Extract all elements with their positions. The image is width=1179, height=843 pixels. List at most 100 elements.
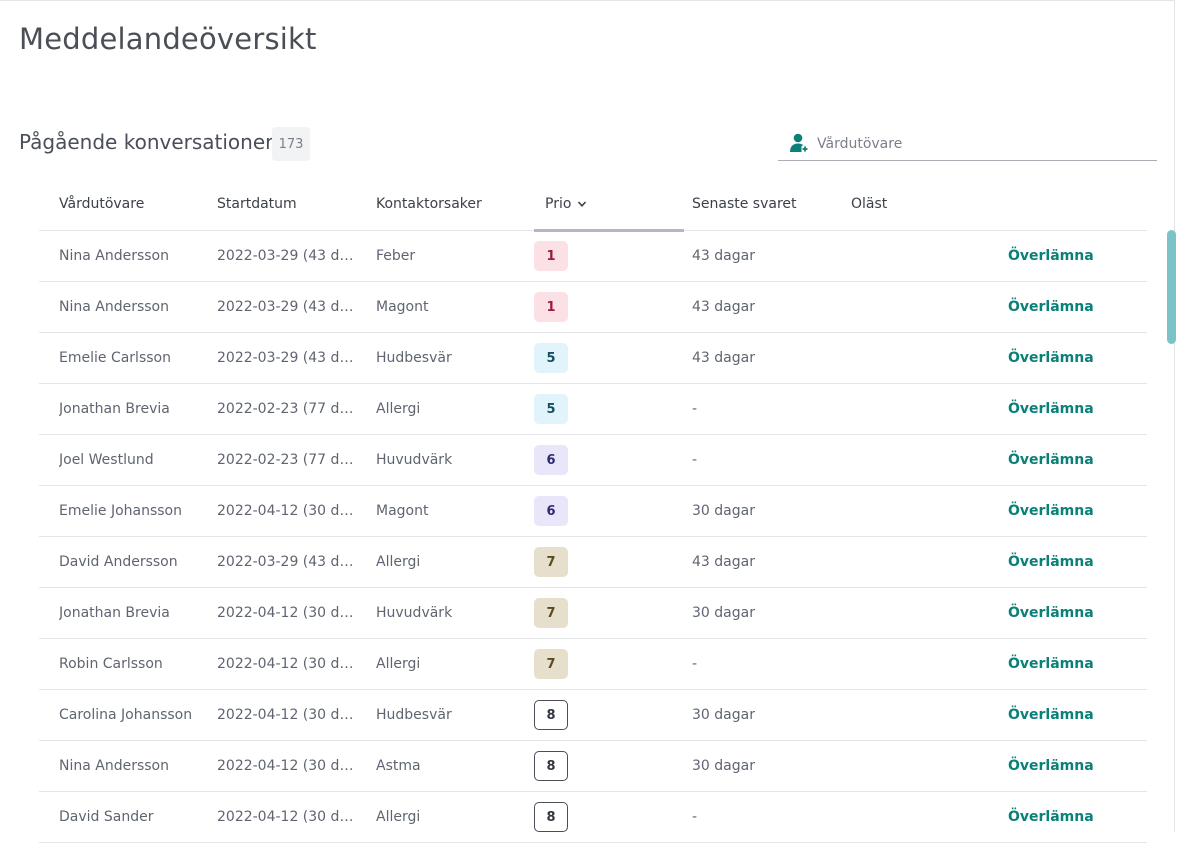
cell-last-reply: 43 dagar — [692, 554, 755, 570]
cell-contact-reason: Magont — [376, 299, 429, 315]
cell-start-date: 2022-03-29 (43 dagar sedan) — [217, 248, 355, 264]
handover-link[interactable]: Överlämna — [1008, 639, 1118, 689]
cell-prio: 1 — [534, 231, 594, 281]
cell-prio: 8 — [534, 792, 594, 842]
provider-filter[interactable] — [778, 131, 1157, 161]
cell-contact-reason: Huvudvärk — [376, 452, 453, 468]
section-title: Pågående konversationer — [19, 130, 274, 154]
cell-contact-reason: Allergi — [376, 554, 421, 570]
cell-last-reply: 43 dagar — [692, 299, 755, 315]
cell-start-date: 2022-04-12 (30 dagar sedan) — [217, 707, 355, 723]
cell-provider: David Andersson — [59, 554, 178, 570]
scrollbar-thumb[interactable] — [1167, 230, 1176, 344]
handover-link[interactable]: Överlämna — [1008, 741, 1118, 791]
handover-link[interactable]: Överlämna — [1008, 231, 1118, 281]
table-row[interactable]: Jonathan Brevia 2022-02-23 (77 dagar seda… — [39, 384, 1147, 435]
prio-badge: 1 — [534, 241, 568, 271]
table-row[interactable]: David Sander 2022-04-12 (30 dagar sedan) A… — [39, 792, 1147, 843]
table-row[interactable]: David Andersson 2022-03-29 (43 dagar seda… — [39, 537, 1147, 588]
cell-provider: Emelie Carlsson — [59, 350, 171, 366]
handover-link[interactable]: Överlämna — [1008, 690, 1118, 740]
column-header-start-date[interactable]: Startdatum — [217, 196, 297, 212]
handover-link[interactable]: Överlämna — [1008, 333, 1118, 383]
provider-filter-input[interactable] — [817, 131, 1137, 157]
cell-provider: Jonathan Brevia — [59, 401, 170, 417]
column-header-provider[interactable]: Vårdutövare — [59, 196, 144, 212]
cell-unread — [851, 435, 931, 485]
cell-unread — [851, 741, 931, 791]
cell-prio: 8 — [534, 690, 594, 740]
table-row[interactable]: Emelie Johansson 2022-04-12 (30 dagar sed… — [39, 486, 1147, 537]
cell-last-reply: 30 dagar — [692, 758, 755, 774]
page-title: Meddelandeöversikt — [19, 22, 317, 56]
cell-contact-reason: Hudbesvär — [376, 350, 452, 366]
cell-unread — [851, 792, 931, 842]
cell-prio: 5 — [534, 384, 594, 434]
cell-prio: 6 — [534, 435, 594, 485]
cell-contact-reason: Hudbesvär — [376, 707, 452, 723]
cell-last-reply: - — [692, 809, 698, 825]
cell-last-reply: 43 dagar — [692, 350, 755, 366]
cell-unread — [851, 588, 931, 638]
handover-link[interactable]: Överlämna — [1008, 384, 1118, 434]
cell-contact-reason: Allergi — [376, 656, 421, 672]
table-row[interactable]: Emelie Carlsson 2022-03-29 (43 dagar seda… — [39, 333, 1147, 384]
prio-badge: 7 — [534, 598, 568, 628]
cell-prio: 7 — [534, 639, 594, 689]
cell-last-reply: - — [692, 656, 698, 672]
table-row[interactable]: Carolina Johansson 2022-04-12 (30 dagar s… — [39, 690, 1147, 741]
prio-badge: 8 — [534, 751, 568, 781]
cell-contact-reason: Allergi — [376, 809, 421, 825]
prio-badge: 7 — [534, 649, 568, 679]
column-header-last-reply[interactable]: Senaste svaret — [692, 196, 797, 212]
cell-provider: Joel Westlund — [59, 452, 154, 468]
handover-link[interactable]: Överlämna — [1008, 486, 1118, 536]
handover-link[interactable]: Överlämna — [1008, 792, 1118, 842]
cell-last-reply: 30 dagar — [692, 707, 755, 723]
table-row[interactable]: Nina Andersson 2022-03-29 (43 dagar sedan… — [39, 282, 1147, 333]
cell-contact-reason: Magont — [376, 503, 429, 519]
cell-start-date: 2022-04-12 (30 dagar sedan) — [217, 605, 355, 621]
cell-provider: Robin Carlsson — [59, 656, 163, 672]
cell-unread — [851, 333, 931, 383]
table-row[interactable]: Robin Carlsson 2022-04-12 (30 dagar sedan… — [39, 639, 1147, 690]
prio-badge: 5 — [534, 343, 568, 373]
user-plus-icon — [788, 132, 810, 154]
column-header-unread[interactable]: Oläst — [851, 196, 887, 212]
cell-start-date: 2022-02-23 (77 dagar sedan) — [217, 452, 355, 468]
table-header: Vårdutövare Startdatum Kontaktorsaker Pr… — [39, 185, 1147, 232]
cell-last-reply: 30 dagar — [692, 605, 755, 621]
cell-start-date: 2022-03-29 (43 dagar sedan) — [217, 350, 355, 366]
table-row[interactable]: Joel Westlund 2022-02-23 (77 dagar sedan)… — [39, 435, 1147, 486]
cell-contact-reason: Astma — [376, 758, 421, 774]
handover-link[interactable]: Överlämna — [1008, 435, 1118, 485]
prio-badge: 7 — [534, 547, 568, 577]
cell-last-reply: 30 dagar — [692, 503, 755, 519]
cell-contact-reason: Allergi — [376, 401, 421, 417]
conversation-count-badge: 173 — [272, 127, 310, 161]
table-row[interactable]: Nina Andersson 2022-04-12 (30 dagar sedan… — [39, 741, 1147, 792]
table-row[interactable]: Nina Andersson 2022-03-29 (43 dagar sedan… — [39, 231, 1147, 282]
cell-unread — [851, 537, 931, 587]
column-header-prio[interactable]: Prio — [534, 185, 684, 232]
conversation-table: Vårdutövare Startdatum Kontaktorsaker Pr… — [39, 185, 1147, 843]
table-row[interactable]: Jonathan Brevia 2022-04-12 (30 dagar seda… — [39, 588, 1147, 639]
cell-unread — [851, 639, 931, 689]
cell-prio: 6 — [534, 486, 594, 536]
cell-provider: Nina Andersson — [59, 299, 169, 315]
cell-start-date: 2022-03-29 (43 dagar sedan) — [217, 299, 355, 315]
cell-unread — [851, 282, 931, 332]
cell-last-reply: 43 dagar — [692, 248, 755, 264]
cell-start-date: 2022-04-12 (30 dagar sedan) — [217, 656, 355, 672]
handover-link[interactable]: Överlämna — [1008, 588, 1118, 638]
prio-badge: 6 — [534, 496, 568, 526]
column-header-contact-reason[interactable]: Kontaktorsaker — [376, 196, 482, 212]
cell-provider: Carolina Johansson — [59, 707, 193, 723]
handover-link[interactable]: Överlämna — [1008, 537, 1118, 587]
prio-badge: 8 — [534, 802, 568, 832]
cell-unread — [851, 231, 931, 281]
prio-badge: 6 — [534, 445, 568, 475]
handover-link[interactable]: Överlämna — [1008, 282, 1118, 332]
cell-contact-reason: Feber — [376, 248, 416, 264]
cell-provider: Nina Andersson — [59, 248, 169, 264]
